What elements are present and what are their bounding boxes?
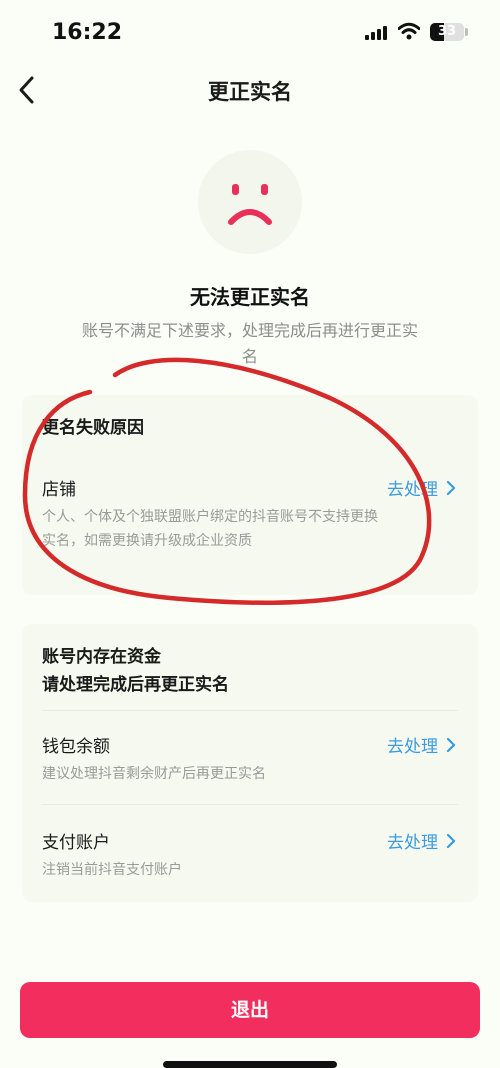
payment-account-title: 支付账户	[42, 833, 110, 853]
home-indicator	[163, 1061, 337, 1068]
battery-tip	[465, 28, 468, 36]
funds-heading-line2: 请处理完成后再更正实名	[42, 675, 229, 695]
funds-card: 账号内存在资金 请处理完成后再更正实名 钱包余额 去处理 建议处理抖音剩余财产后…	[22, 624, 478, 902]
store-handle-label: 去处理	[387, 480, 438, 500]
wifi-icon	[398, 22, 420, 40]
store-item-description: 个人、个体及个独联盟账户绑定的抖音账号不支持更换实名，如需更换请升级成企业资质	[42, 509, 378, 549]
nav-bar: 更正实名	[0, 62, 500, 118]
screen: 16:22 33 更正实名 无法更正实名 账号不满足下述要求，处理完成后再进行更…	[0, 0, 500, 1068]
signal-icon	[365, 26, 387, 40]
payment-account-handle-label: 去处理	[387, 833, 438, 853]
failure-reason-card: 更名失败原因 店铺 去处理 个人、个体及个独联盟账户绑定的抖音账号不支持更换实名…	[22, 395, 478, 595]
battery-level: 33	[437, 24, 457, 39]
fail-title: 无法更正实名	[190, 285, 310, 309]
wallet-balance-handle-button[interactable]: 去处理	[387, 732, 456, 757]
divider	[42, 710, 458, 711]
status-time: 16:22	[52, 20, 123, 45]
payment-account-handle-button[interactable]: 去处理	[387, 828, 456, 853]
funds-heading-line1: 账号内存在资金	[42, 647, 161, 667]
fail-description: 账号不满足下述要求，处理完成后再进行更正实名	[82, 321, 419, 366]
sad-face-icon	[198, 150, 302, 254]
failure-reason-heading: 更名失败原因	[42, 418, 144, 438]
chevron-right-icon	[446, 737, 456, 752]
divider	[42, 804, 458, 805]
wallet-balance-description: 建议处理抖音剩余财产后再更正实名	[42, 766, 266, 782]
status-bar: 16:22 33	[0, 0, 500, 62]
chevron-right-icon	[446, 480, 456, 495]
wallet-balance-handle-label: 去处理	[387, 737, 438, 757]
wallet-balance-title: 钱包余额	[42, 737, 110, 757]
store-item-title: 店铺	[42, 480, 76, 500]
store-handle-button[interactable]: 去处理	[387, 475, 456, 500]
chevron-right-icon	[446, 833, 456, 848]
battery-icon: 33	[430, 23, 464, 41]
exit-button[interactable]: 退出	[20, 982, 480, 1038]
payment-account-description: 注销当前抖音支付账户	[42, 862, 182, 878]
page-title: 更正实名	[208, 80, 292, 104]
